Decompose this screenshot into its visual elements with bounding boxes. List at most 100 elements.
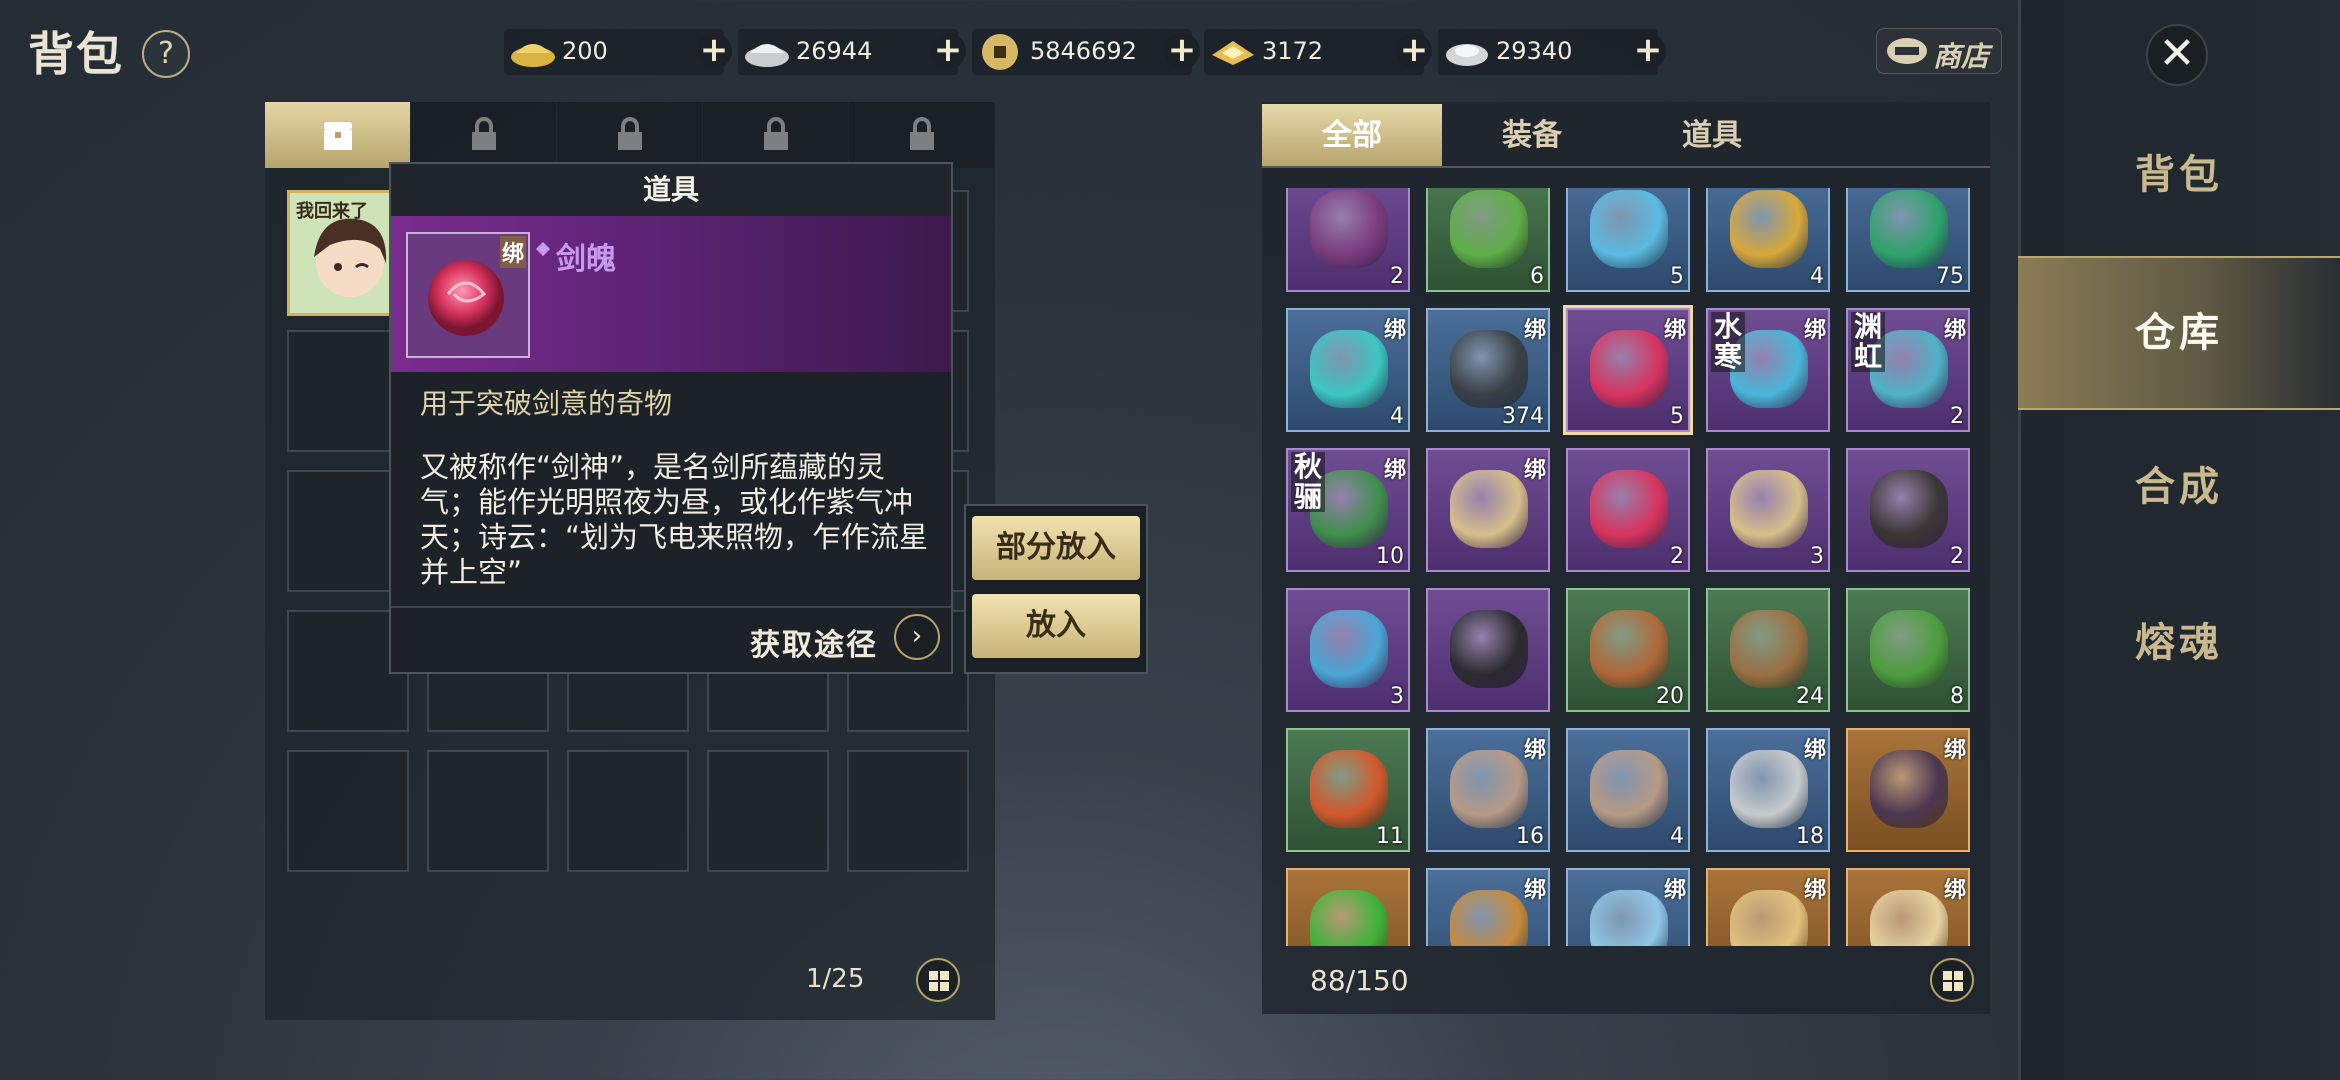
currency-silver-ingot: 26944 + (738, 29, 966, 75)
add-currency-button[interactable]: + (930, 33, 966, 69)
tab-storage-page-1[interactable] (265, 102, 410, 168)
storage-slot[interactable] (707, 750, 829, 872)
close-button[interactable]: ✕ (2146, 24, 2208, 86)
add-currency-button[interactable]: + (1164, 33, 1200, 69)
tooltip-item-name: 剑魄 (556, 242, 616, 277)
copper-coin-icon (982, 34, 1018, 70)
item-art-icon (1590, 890, 1668, 946)
backpack-item[interactable]: 3 (1286, 588, 1410, 712)
bind-tag: 绑 (1943, 738, 1966, 763)
item-art-icon (1310, 610, 1388, 688)
acquisition-route-label[interactable]: 获取途径 (750, 620, 878, 664)
backpack-item[interactable]: 11 (1286, 728, 1410, 852)
backpack-item[interactable]: 2 (1846, 448, 1970, 572)
backpack-item[interactable]: 绑 (1846, 728, 1970, 852)
item-count: 3 (1390, 684, 1404, 709)
item-art-icon (1310, 190, 1388, 268)
nav-item-backpack[interactable]: 背包 (2018, 100, 2340, 250)
bind-tag: 绑 (1523, 738, 1546, 763)
bind-tag: 绑 (1803, 878, 1826, 903)
storage-slot[interactable] (287, 750, 409, 872)
tab-all[interactable]: 全部 (1262, 104, 1442, 168)
item-count: 8 (1950, 684, 1964, 709)
storage-sort-button[interactable] (916, 958, 960, 1002)
storage-slot[interactable] (567, 750, 689, 872)
backpack-item[interactable]: 24 (1706, 588, 1830, 712)
backpack-item[interactable]: 秋骊 绑 10 (1286, 448, 1410, 572)
backpack-item[interactable]: 绑 (1426, 448, 1550, 572)
backpack-item[interactable]: 5 (1566, 188, 1690, 292)
item-art-icon (1310, 890, 1388, 946)
item-art-icon (1870, 890, 1948, 946)
backpack-item[interactable]: 75 (1846, 188, 1970, 292)
help-button[interactable]: ? (142, 30, 190, 78)
backpack-item[interactable]: 4 (1706, 188, 1830, 292)
backpack-item[interactable]: 水寒 绑 (1706, 308, 1830, 432)
item-art-icon (1870, 610, 1948, 688)
backpack-item[interactable]: 绑 374 (1426, 308, 1550, 432)
nav-item-warehouse[interactable]: 仓库 (2018, 256, 2340, 410)
item-art-icon (1450, 470, 1528, 548)
item-count: 5 (1670, 404, 1684, 429)
nav-item-soul-melt[interactable]: 熔魂 (2018, 568, 2340, 718)
backpack-item[interactable] (1286, 868, 1410, 946)
tab-storage-page-5-locked[interactable] (849, 102, 994, 168)
tab-storage-page-3-locked[interactable] (557, 102, 702, 168)
item-count: 3 (1810, 544, 1824, 569)
tab-divider (1262, 166, 1990, 168)
tab-equipment[interactable]: 装备 (1442, 104, 1622, 168)
backpack-sort-button[interactable] (1930, 958, 1974, 1002)
storage-count: 1/25 (806, 964, 865, 994)
storage-slot[interactable] (847, 750, 969, 872)
item-art-icon (1730, 750, 1808, 828)
currency-value: 3172 (1262, 37, 1324, 65)
backpack-item[interactable]: 绑4 (1286, 308, 1410, 432)
backpack-item[interactable]: 2 (1566, 448, 1690, 572)
tab-storage-page-4-locked[interactable] (703, 102, 848, 168)
bind-tag: 绑 (1943, 318, 1966, 343)
bind-tag: 绑 (1383, 458, 1406, 483)
shop-button[interactable]: 商店 (1876, 28, 2002, 74)
nav-item-synthesis[interactable]: 合成 (2018, 412, 2340, 562)
tab-props[interactable]: 道具 (1622, 104, 1802, 168)
backpack-item[interactable]: 20 (1566, 588, 1690, 712)
item-count: 4 (1390, 404, 1404, 429)
bind-tag: 绑 (499, 236, 526, 268)
item-art-icon (1450, 750, 1528, 828)
backpack-item[interactable]: 绑 (1706, 868, 1830, 946)
backpack-item[interactable]: 绑 (1426, 868, 1550, 946)
backpack-item[interactable]: 渊虹 绑 2 (1846, 308, 1970, 432)
item-count: 75 (1936, 264, 1964, 289)
backpack-item[interactable]: 8 (1846, 588, 1970, 712)
backpack-item[interactable]: 绑5 (1563, 305, 1693, 435)
gold-ingot-icon (511, 44, 555, 67)
add-currency-button[interactable]: + (696, 33, 732, 69)
storage-slot[interactable] (427, 750, 549, 872)
backpack-item[interactable]: 绑 16 (1426, 728, 1550, 852)
backpack-item[interactable]: 2 (1286, 188, 1410, 292)
bind-tag: 绑 (1523, 318, 1546, 343)
bind-tag: 绑 (1523, 458, 1546, 483)
item-count: 374 (1502, 404, 1544, 429)
backpack-item[interactable]: 3 (1706, 448, 1830, 572)
acquisition-route-arrow-icon[interactable]: › (894, 614, 940, 660)
item-art-icon (1590, 470, 1668, 548)
backpack-item[interactable]: 绑 18 (1706, 728, 1830, 852)
backpack-item[interactable]: 绑 (1846, 868, 1970, 946)
tooltip-header: 道具 (391, 164, 951, 216)
backpack-item[interactable] (1426, 588, 1550, 712)
item-art-icon (1310, 750, 1388, 828)
put-in-button[interactable]: 放入 (972, 594, 1140, 658)
backpack-item[interactable]: 4 (1566, 728, 1690, 852)
backpack-item[interactable]: 绑 (1566, 868, 1690, 946)
item-art-icon (1870, 470, 1948, 548)
add-currency-button[interactable]: + (1396, 33, 1432, 69)
item-count: 10 (1376, 544, 1404, 569)
add-currency-button[interactable]: + (1630, 33, 1666, 69)
currency-gold-ticket: 3172 + (1204, 29, 1432, 75)
bind-tag: 绑 (1663, 878, 1686, 903)
item-count: 2 (1390, 264, 1404, 289)
partial-put-in-button[interactable]: 部分放入 (972, 516, 1140, 580)
tab-storage-page-2-locked[interactable] (411, 102, 556, 168)
backpack-item[interactable]: 6 (1426, 188, 1550, 292)
